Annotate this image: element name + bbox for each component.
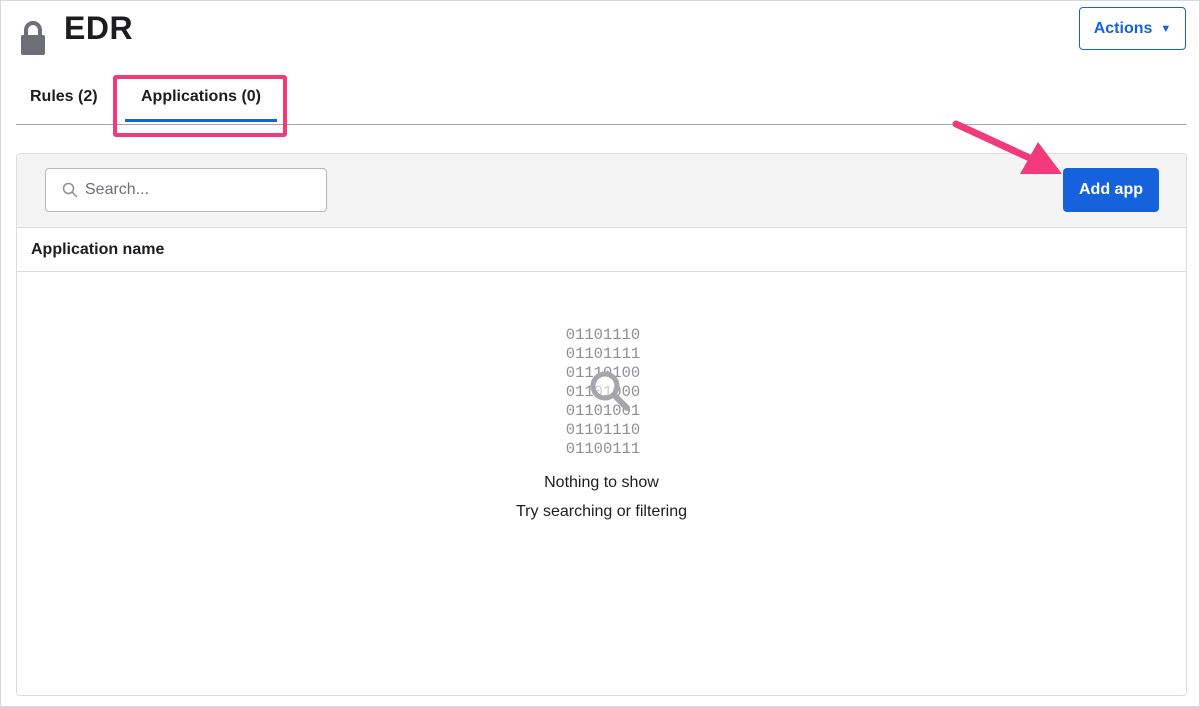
search-input[interactable] (85, 181, 305, 199)
actions-label: Actions (1093, 19, 1153, 37)
actions-button[interactable]: Actions ▼ (1079, 7, 1186, 50)
add-app-button[interactable]: Add app (1063, 168, 1159, 212)
annotation-arrow-icon (952, 120, 1062, 174)
applications-panel: Add app Application name 01101110 011011… (16, 153, 1187, 696)
binary-line: 01101110 (565, 421, 641, 439)
empty-state-subtitle: Try searching or filtering (515, 503, 688, 520)
caret-down-icon: ▼ (1160, 22, 1172, 35)
lock-icon (21, 21, 45, 55)
column-header-application-name[interactable]: Application name (31, 241, 164, 259)
search-box[interactable] (45, 168, 327, 212)
empty-state-title: Nothing to show (544, 474, 659, 491)
search-icon (62, 182, 78, 198)
table-header-row: Application name (17, 228, 1186, 272)
page-title: EDR (64, 10, 134, 46)
annotation-highlight-box (113, 75, 287, 137)
binary-line: 01101111 (565, 345, 641, 363)
magnifier-icon (590, 371, 630, 411)
tab-rules[interactable]: Rules (2) (30, 74, 98, 120)
binary-line: 01100111 (565, 440, 641, 458)
binary-line: 01101110 (565, 326, 641, 344)
